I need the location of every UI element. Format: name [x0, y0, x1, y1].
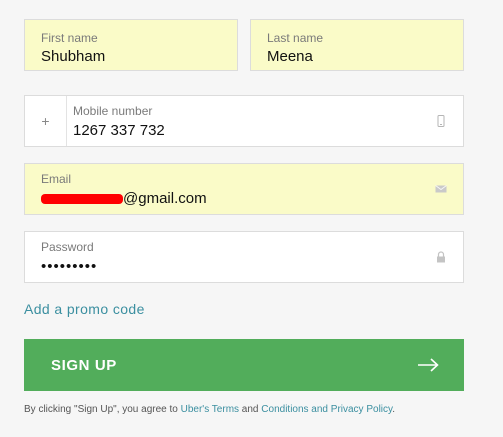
- redacted-email-user: [41, 193, 123, 204]
- add-promo-code-link[interactable]: Add a promo code: [24, 301, 145, 317]
- password-field[interactable]: Password •••••••••: [24, 231, 464, 283]
- first-name-value[interactable]: Shubham: [41, 48, 105, 65]
- arrow-right-icon: [418, 358, 439, 372]
- lock-icon: [437, 251, 445, 263]
- last-name-field[interactable]: Last name Meena: [250, 19, 464, 71]
- last-name-value[interactable]: Meena: [267, 48, 313, 65]
- sign-up-label: SIGN UP: [51, 356, 117, 374]
- uber-terms-link[interactable]: Uber's Terms: [181, 404, 239, 415]
- first-name-label: First name: [41, 31, 98, 45]
- terms-prefix: By clicking "Sign Up", you agree to: [24, 404, 181, 415]
- terms-suffix: .: [392, 404, 396, 415]
- phone-icon: [437, 115, 445, 127]
- terms-text: By clicking "Sign Up", you agree to Uber…: [24, 404, 494, 415]
- last-name-label: Last name: [267, 31, 324, 45]
- sign-up-button[interactable]: SIGN UP: [24, 339, 464, 391]
- country-code-prefix[interactable]: +: [25, 96, 67, 146]
- mobile-number-value[interactable]: 1267 337 732: [73, 122, 165, 139]
- password-value[interactable]: •••••••••: [41, 258, 97, 275]
- mobile-number-label: Mobile number: [73, 104, 153, 118]
- email-label: Email: [41, 172, 72, 186]
- mobile-number-field[interactable]: + Mobile number 1267 337 732: [24, 95, 464, 147]
- mail-icon: [435, 185, 447, 193]
- terms-middle: and: [239, 404, 262, 415]
- email-field[interactable]: Email @gmail.com: [24, 163, 464, 215]
- email-value[interactable]: @gmail.com: [41, 190, 207, 207]
- email-domain: @gmail.com: [123, 190, 207, 207]
- first-name-field[interactable]: First name Shubham: [24, 19, 238, 71]
- privacy-policy-link[interactable]: Conditions and Privacy Policy: [261, 404, 392, 415]
- password-label: Password: [41, 240, 94, 254]
